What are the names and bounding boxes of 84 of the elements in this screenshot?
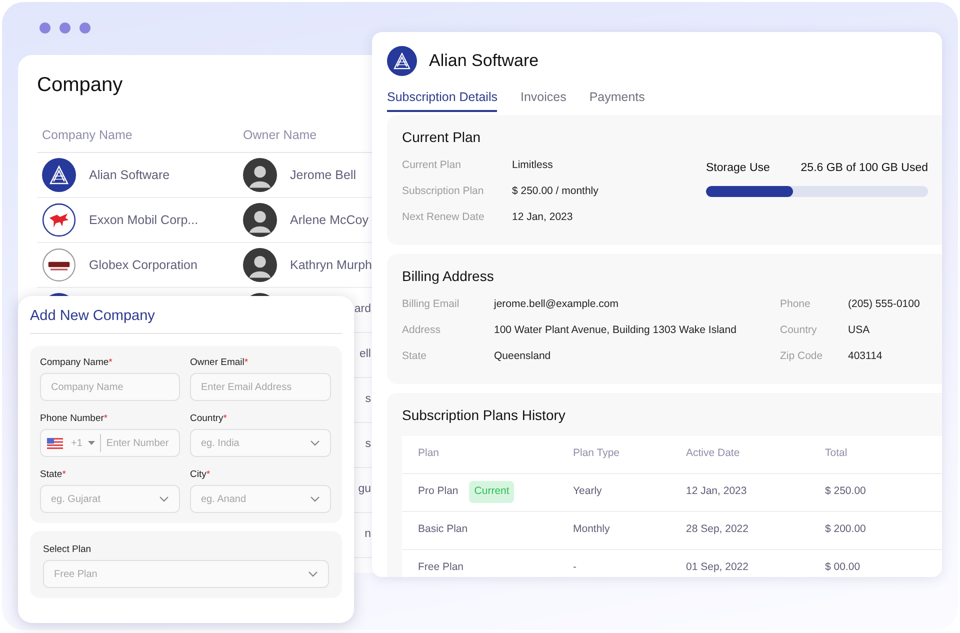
field-label: State [402,348,428,364]
field-label: Phone [780,296,812,312]
tab[interactable]: Invoices [520,88,566,112]
window-dots-icon [39,22,91,34]
owner-name: s [365,392,371,408]
field-label: Current Plan [402,158,462,173]
owner-name: ard [354,302,371,318]
company-name[interactable]: Alian Software [89,166,170,184]
tab[interactable]: Subscription Details [387,88,498,112]
card-title: Company [37,73,124,97]
storage-label: Storage Use [706,160,770,176]
tab[interactable]: Payments [589,88,645,112]
owner-name: gu [358,482,371,498]
company-title: Alian Software [429,50,539,72]
table-cell-text: Pro Plan [418,484,458,500]
column-header: Active Date [686,447,740,460]
chevron-down-icon [310,496,320,502]
storage-reading: 25.6 GB of 100 GB Used [800,160,928,176]
field-label: City* [190,468,212,480]
section-title: Subscription Plans History [402,407,566,424]
table-cell: - [573,561,576,574]
field-label: Country* [190,412,228,424]
field-label: State* [40,468,67,480]
column-header: Company Name [42,127,132,144]
caret-icon [88,441,96,446]
form-title: Add New Company [30,308,342,334]
field-value: jerome.bell@example.com [494,296,618,312]
field-label: Zip Code [780,348,824,364]
status-badge: Current [469,481,514,504]
table-cell: 12 Jan, 2023 [686,485,747,498]
field-value: (205) 555-0100 [848,296,920,312]
winged-horse-logo-icon [42,203,76,237]
company-name[interactable]: Exxon Mobil Corp... [89,210,198,230]
round-logo-icon [42,248,76,282]
column-header: Plan [418,446,440,462]
field-value: $ 250.00 / monthly [512,184,598,199]
field-label: Next Renew Date [402,210,486,225]
table-cell-text: Free Plan [418,560,464,576]
avatar-icon [243,158,277,192]
column-header: Total [825,447,848,460]
company-name[interactable]: Globex Corporation [89,256,198,274]
field-label: Subscription Plan [402,184,485,199]
table-cell: 01 Sep, 2022 [686,561,748,574]
avatar-icon [243,248,277,282]
field-value: Limitless [512,158,553,173]
input-field[interactable]: Enter Email Address [190,373,331,402]
field-label: Country [780,322,818,338]
field-label: Address [402,322,442,338]
field-value: 100 Water Plant Avenue, Building 1303 Wake Island [494,322,736,338]
field-value: Queensland [494,348,551,364]
section-title: Billing Address [402,268,495,285]
triangle-logo-icon [387,46,417,76]
table-cell: $ 250.00 [825,485,866,498]
field-label: Select Plan [43,543,92,556]
field-label: Billing Email [402,296,460,312]
input-field[interactable]: Company Name [40,373,180,402]
column-header: Plan Type [573,447,620,460]
column-header: Owner Name [243,127,317,144]
chevron-down-icon [159,496,169,502]
field-value: USA [848,322,870,338]
field-label: Owner Email* [190,356,250,368]
table-cell: $ 00.00 [825,561,860,574]
field-label: Phone Number* [40,412,109,424]
field-value: 12 Jan, 2023 [512,210,573,225]
owner-name: ell [359,347,371,362]
table-cell: 28 Sep, 2022 [686,523,748,536]
field-label: Company Name* [40,356,114,368]
owner-name: Jerome Bell [290,166,356,184]
chevron-down-icon [310,440,320,446]
owner-name: n [364,527,371,542]
owner-name: s [365,437,371,452]
phone-number-input[interactable]: Enter Number [106,436,173,451]
avatar-icon [243,203,277,237]
flag-icon [47,438,63,449]
owner-name: Arlene McCoy [290,212,368,229]
table-cell: $ 200.00 [825,523,866,536]
chevron-down-icon [308,571,318,578]
section-title: Current Plan [402,129,482,146]
table-cell: Yearly [573,485,602,498]
table-cell: Monthly [573,523,610,536]
table-cell-text: Basic Plan [418,522,468,538]
field-value: 403114 [848,348,882,364]
owner-name: Kathryn Murph [290,256,372,274]
triangle-logo-icon [42,158,76,192]
